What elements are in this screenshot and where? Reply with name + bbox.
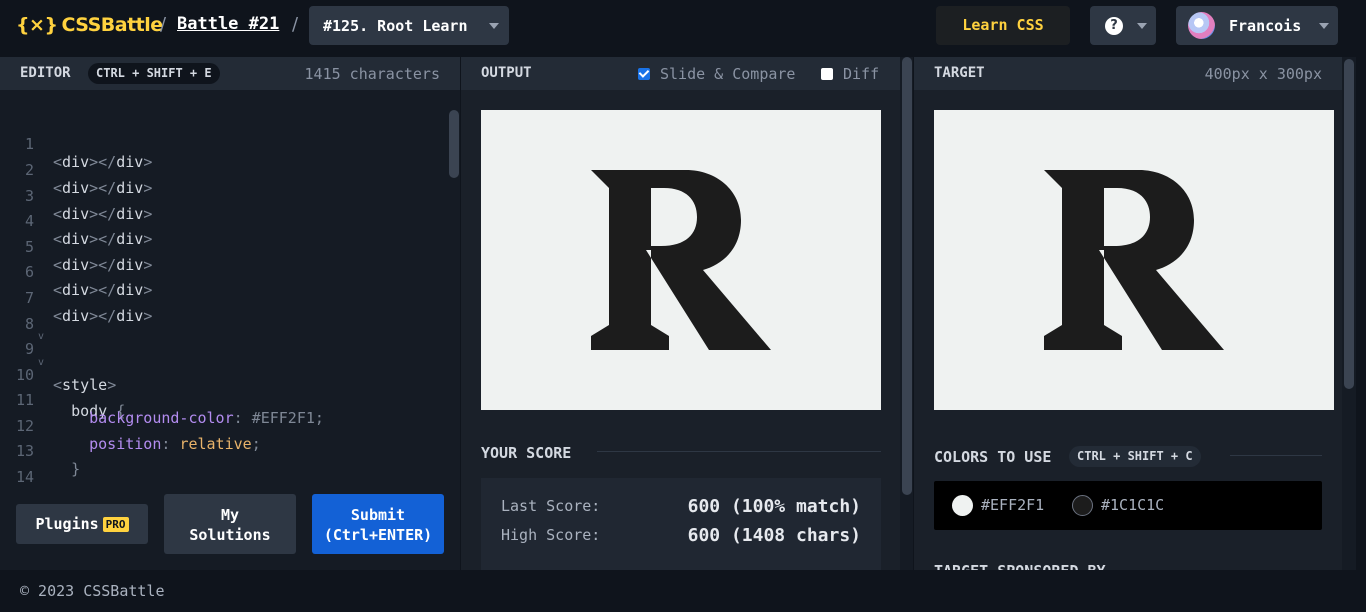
score-title: YOUR SCORE bbox=[481, 444, 572, 462]
fold-chevron-icon[interactable]: v bbox=[38, 331, 44, 342]
code-line: 2 <div></div> bbox=[24, 161, 153, 197]
output-title: OUTPUT bbox=[481, 65, 532, 81]
code-line: 8 bbox=[24, 315, 34, 333]
help-menu-button[interactable]: ? bbox=[1090, 6, 1156, 45]
target-header: TARGET 400px x 300px bbox=[914, 57, 1342, 90]
slide-compare-checkbox[interactable] bbox=[638, 68, 650, 80]
divider bbox=[1230, 455, 1322, 456]
editor-header: EDITOR CTRL + SHIFT + E 1415 characters bbox=[0, 57, 460, 90]
chevron-down-icon bbox=[489, 23, 499, 29]
target-selector[interactable]: #125. Root Learn bbox=[309, 6, 509, 45]
plugins-button[interactable]: Plugins PRO bbox=[16, 504, 148, 544]
last-score-value: 600 (100% match) bbox=[687, 496, 861, 517]
colors-title: COLORS TO USE bbox=[934, 448, 1052, 466]
colors-shortcut-badge: CTRL + SHIFT + C bbox=[1069, 446, 1201, 467]
page-scrollbar[interactable] bbox=[1342, 57, 1356, 570]
panel-splitter[interactable] bbox=[900, 57, 913, 570]
output-r-glyph bbox=[591, 170, 771, 350]
breadcrumb-separator: / bbox=[292, 14, 299, 35]
diff-label[interactable]: Diff bbox=[843, 65, 879, 83]
user-menu-button[interactable]: Francois bbox=[1176, 6, 1338, 45]
code-line: 6 <div></div> bbox=[24, 263, 153, 299]
editor-title: EDITOR bbox=[20, 65, 71, 81]
output-scrollbar[interactable] bbox=[902, 57, 912, 495]
color-swatch[interactable] bbox=[952, 495, 973, 516]
code-line: 7 <div></div> bbox=[24, 289, 153, 325]
chevron-down-icon bbox=[1319, 23, 1329, 29]
code-line: 3 <div></div> bbox=[24, 187, 153, 223]
user-name: Francois bbox=[1229, 17, 1302, 35]
target-panel: COLORS TO USE CTRL + SHIFT + C #EFF2F1 #… bbox=[914, 90, 1342, 570]
code-line: 9 v <style> bbox=[24, 331, 117, 394]
target-r-glyph bbox=[1044, 170, 1224, 350]
plugins-label: Plugins bbox=[35, 515, 99, 533]
code-line: 11 background-color: #EFF2F1; bbox=[15, 391, 324, 427]
slide-compare-label[interactable]: Slide & Compare bbox=[660, 65, 795, 83]
code-line: 4 <div></div> bbox=[24, 212, 153, 248]
colors-palette: #EFF2F1 #1C1C1C bbox=[934, 481, 1322, 530]
chevron-down-icon bbox=[1137, 23, 1147, 29]
color-code[interactable]: #1C1C1C bbox=[1101, 496, 1164, 514]
high-score-label: High Score: bbox=[501, 526, 601, 544]
my-solutions-button[interactable]: My Solutions bbox=[164, 494, 296, 554]
last-score-label: Last Score: bbox=[501, 497, 601, 515]
diff-checkbox[interactable] bbox=[821, 68, 833, 80]
code-line: 1 <div></div> bbox=[24, 135, 153, 171]
breadcrumb-separator: / bbox=[160, 14, 167, 35]
target-title: TARGET bbox=[934, 65, 985, 81]
avatar bbox=[1188, 12, 1215, 39]
output-canvas[interactable] bbox=[481, 110, 881, 410]
help-icon: ? bbox=[1105, 17, 1123, 35]
fold-chevron-icon[interactable]: v bbox=[38, 357, 44, 368]
target-size: 400px x 300px bbox=[1204, 65, 1322, 83]
code-line: 5 <div></div> bbox=[24, 238, 153, 274]
top-bar: {×} CSSBattle / Battle #21 / #125. Root … bbox=[0, 0, 1366, 52]
logo-text: CSSBattle bbox=[61, 14, 163, 36]
color-code[interactable]: #EFF2F1 bbox=[981, 496, 1044, 514]
divider bbox=[597, 451, 881, 452]
sponsored-heading: TARGET SPONSORED BY bbox=[934, 562, 1106, 570]
logo-mark-icon: {×} bbox=[16, 14, 58, 36]
learn-css-button[interactable]: Learn CSS bbox=[936, 6, 1070, 45]
output-header: OUTPUT Slide & Compare Diff bbox=[461, 57, 900, 90]
target-selector-label: #125. Root Learn bbox=[323, 17, 468, 35]
code-line: 12 position: relative; bbox=[15, 417, 261, 453]
code-line: 10 v body { bbox=[15, 357, 126, 420]
high-score-value: 600 (1408 chars) bbox=[687, 525, 861, 546]
score-box: Last Score: 600 (100% match) High Score:… bbox=[481, 478, 881, 570]
target-canvas[interactable] bbox=[934, 110, 1334, 410]
pro-badge: PRO bbox=[102, 517, 129, 532]
character-count: 1415 characters bbox=[304, 65, 440, 83]
output-panel: YOUR SCORE Last Score: 600 (100% match) … bbox=[461, 90, 901, 570]
editor-shortcut-badge: CTRL + SHIFT + E bbox=[88, 63, 220, 84]
copyright: © 2023 CSSBattle bbox=[20, 582, 165, 600]
submit-button[interactable]: Submit (Ctrl+ENTER) bbox=[312, 494, 444, 554]
page-scrollbar-thumb[interactable] bbox=[1344, 59, 1354, 389]
color-swatch[interactable] bbox=[1072, 495, 1093, 516]
code-line: 13 } bbox=[15, 442, 81, 478]
code-line: 14 bbox=[15, 468, 34, 486]
battle-link[interactable]: Battle #21 bbox=[177, 14, 279, 34]
editor-scrollbar[interactable] bbox=[449, 110, 459, 178]
cssbattle-logo[interactable]: {×} CSSBattle bbox=[16, 14, 163, 36]
footer: © 2023 CSSBattle bbox=[0, 570, 1366, 612]
